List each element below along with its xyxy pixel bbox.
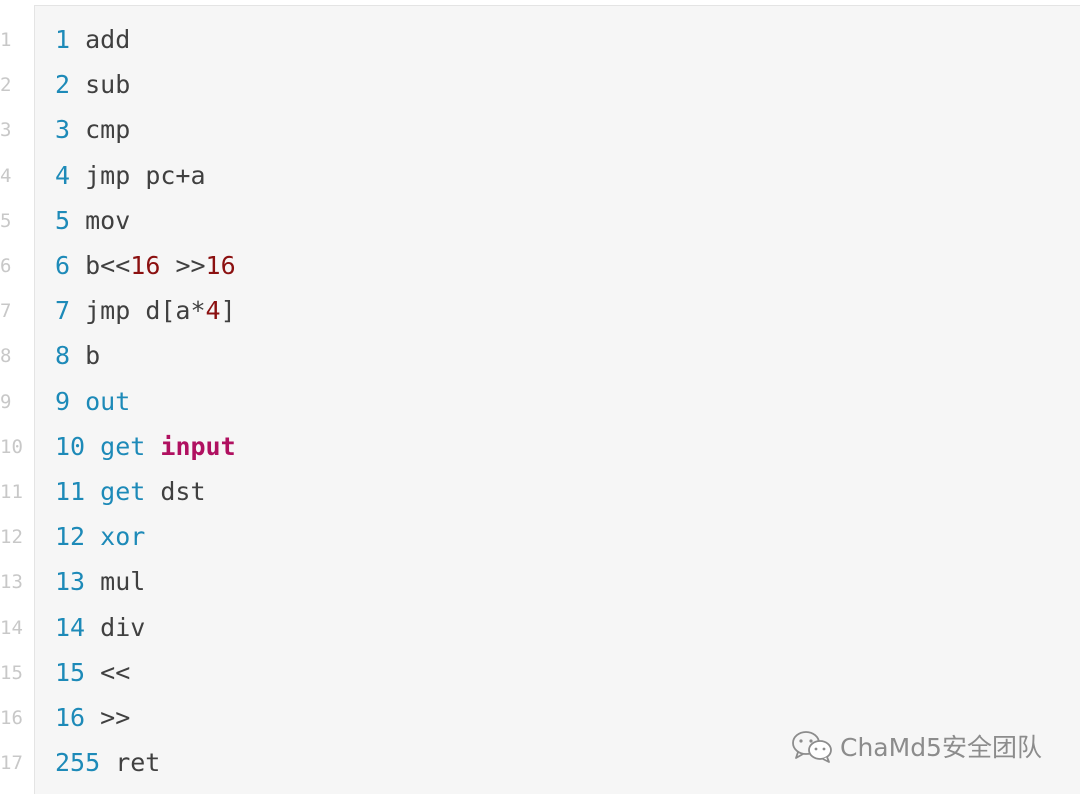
code-line: 3 cmp xyxy=(55,115,130,145)
code-token: dst xyxy=(145,477,206,506)
code-token: 16 xyxy=(205,251,236,280)
code-token: div xyxy=(85,612,146,642)
code-token: mov xyxy=(70,205,131,235)
line-number: 13 xyxy=(0,571,23,594)
code-token: 13 xyxy=(55,567,86,597)
code-token: mul xyxy=(85,567,146,597)
code-token: 5 xyxy=(55,205,71,235)
line-number: 12 xyxy=(0,526,23,549)
code-token: 9 xyxy=(55,386,71,416)
code-line: 7 jmp d[a*4] xyxy=(55,296,236,326)
code-token: add xyxy=(70,25,131,54)
code-token: get xyxy=(100,477,146,506)
line-number: 7 xyxy=(0,300,12,323)
code-token: b xyxy=(70,341,101,371)
code-line: 1 add xyxy=(55,25,130,55)
code-token: jmp d[a* xyxy=(70,296,206,326)
code-line: 2 sub xyxy=(55,70,130,100)
line-number: 10 xyxy=(0,435,23,458)
code-token: 2 xyxy=(55,70,71,100)
line-number: 9 xyxy=(0,390,12,413)
code-token: 4 xyxy=(205,296,221,326)
code-token: >> xyxy=(160,251,206,280)
code-token: 7 xyxy=(55,296,71,326)
line-number: 5 xyxy=(0,209,12,232)
code-token: 255 xyxy=(55,748,101,778)
code-token: 16 xyxy=(55,703,86,732)
code-token: xor xyxy=(100,522,146,552)
code-token: 6 xyxy=(55,251,71,280)
code-line: 255 ret xyxy=(55,748,160,778)
code-token: 3 xyxy=(55,115,71,145)
code-token: 11 xyxy=(55,477,86,506)
code-token: 12 xyxy=(55,522,86,552)
code-line: 4 jmp pc+a xyxy=(55,161,206,191)
code-token: out xyxy=(85,386,131,416)
watermark-text: ChaMd5安全团队 xyxy=(840,733,1042,762)
code-token: b<< xyxy=(70,251,131,280)
code-line: 12 xor xyxy=(55,522,145,552)
code-token: 10 xyxy=(55,431,86,461)
code-line: 16 >> xyxy=(55,703,130,733)
code-line: 13 mul xyxy=(55,567,145,597)
code-token: get xyxy=(100,431,146,461)
code-token: input xyxy=(160,431,236,461)
line-number: 2 xyxy=(0,74,12,97)
code-block: 1 2 3 4 5 6 7 8 9 10 11 12 13 14 15 16 17 1 add 2 sub 3 cm… xyxy=(0,0,1080,794)
code-token: 15 xyxy=(55,657,86,687)
line-number: 3 xyxy=(0,119,12,142)
line-number: 6 xyxy=(0,255,12,277)
code-token: << xyxy=(85,657,131,687)
code-panel xyxy=(34,5,1080,794)
code-token: ret xyxy=(100,748,161,778)
code-token: 8 xyxy=(55,341,71,371)
line-number: 1 xyxy=(0,29,12,51)
code-line: 15 << xyxy=(55,658,130,688)
code-token: 1 xyxy=(55,25,71,54)
line-number: 11 xyxy=(0,481,23,503)
code-token: cmp xyxy=(70,115,131,145)
line-number: 8 xyxy=(0,345,12,368)
line-number: 14 xyxy=(0,616,23,639)
wechat-icon xyxy=(792,731,832,763)
code-token: >> xyxy=(85,703,131,732)
code-line: 11 get dst xyxy=(55,477,206,507)
code-line: 6 b<<16 >>16 xyxy=(55,251,236,281)
line-number: 16 xyxy=(0,707,23,729)
watermark: ChaMd5安全团队 xyxy=(790,728,1042,764)
line-number: 15 xyxy=(0,661,23,684)
code-line: 9 out xyxy=(55,387,130,417)
code-token: ] xyxy=(220,296,236,326)
code-line: 8 b xyxy=(55,341,100,371)
code-line: 10 get input xyxy=(55,432,236,462)
code-token: 16 xyxy=(130,251,161,280)
code-token: jmp pc+a xyxy=(70,160,206,190)
line-number-gutter: 1 2 3 4 5 6 7 8 9 10 11 12 13 14 15 16 17 xyxy=(0,0,34,794)
code-token: 4 xyxy=(55,160,71,190)
code-line: 5 mov xyxy=(55,206,130,236)
line-number: 17 xyxy=(0,752,23,775)
line-number: 4 xyxy=(0,164,12,187)
code-token: 14 xyxy=(55,612,86,642)
code-line: 14 div xyxy=(55,613,145,643)
code-token: sub xyxy=(70,70,131,100)
